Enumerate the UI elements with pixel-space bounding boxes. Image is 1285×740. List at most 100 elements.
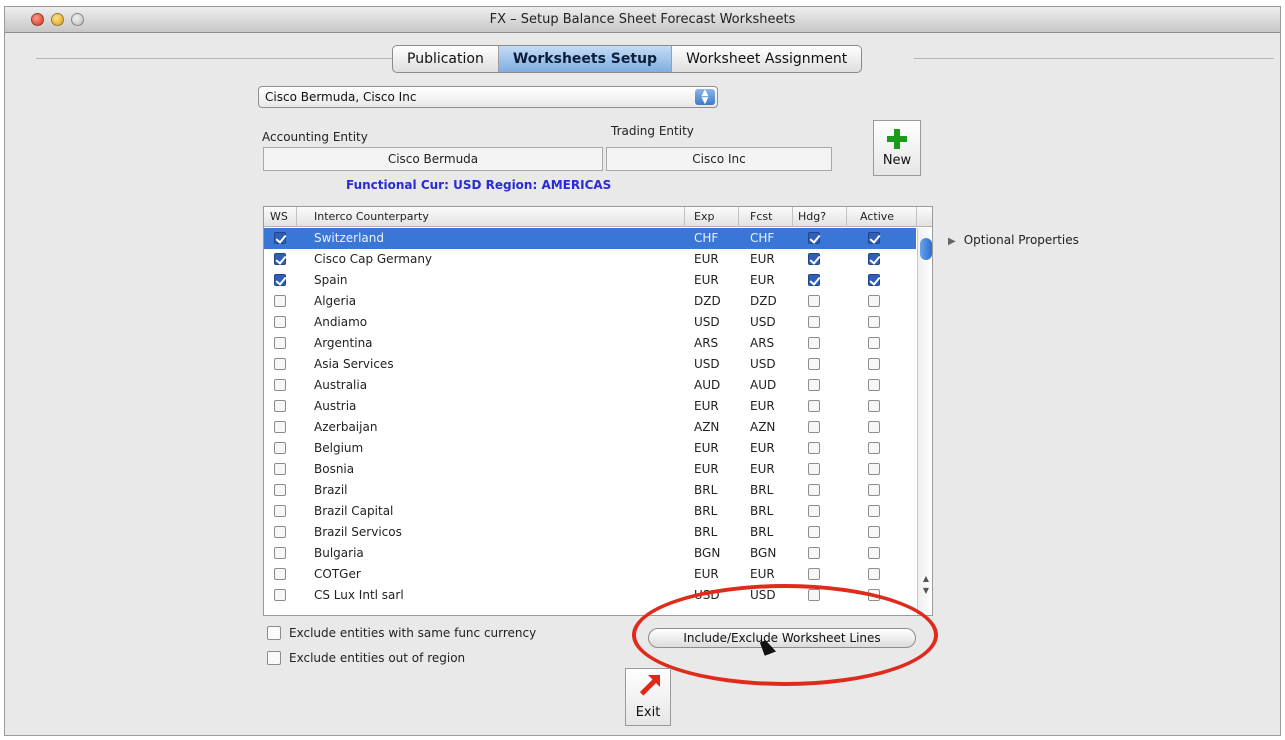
ws-checkbox[interactable] [274, 379, 286, 391]
col-header-ws[interactable]: WS [270, 210, 288, 223]
counterparty-name: Argentina [314, 336, 373, 350]
table-row[interactable]: Spain EUR EUR [264, 270, 916, 291]
ws-checkbox[interactable] [274, 526, 286, 538]
ws-checkbox[interactable] [274, 253, 286, 265]
active-checkbox[interactable] [868, 316, 880, 328]
active-checkbox[interactable] [868, 568, 880, 580]
active-checkbox[interactable] [868, 295, 880, 307]
col-header-exp[interactable]: Exp [694, 210, 714, 223]
counterparty-name: COTGer [314, 567, 361, 581]
ws-checkbox[interactable] [274, 463, 286, 475]
table-row[interactable]: Algeria DZD DZD [264, 291, 916, 312]
ws-checkbox[interactable] [274, 400, 286, 412]
ws-checkbox[interactable] [274, 316, 286, 328]
tab-publication[interactable]: Publication [393, 46, 499, 72]
hedged-checkbox[interactable] [808, 400, 820, 412]
hedged-checkbox[interactable] [808, 526, 820, 538]
col-header-hdg[interactable]: Hdg? [798, 210, 826, 223]
ws-checkbox[interactable] [274, 274, 286, 286]
optional-properties-disclosure[interactable]: ▶ Optional Properties [948, 233, 1079, 247]
ws-checkbox[interactable] [274, 358, 286, 370]
ws-checkbox[interactable] [274, 442, 286, 454]
hedged-checkbox[interactable] [808, 274, 820, 286]
col-header-fcst[interactable]: Fcst [750, 210, 772, 223]
active-checkbox[interactable] [868, 253, 880, 265]
active-checkbox[interactable] [868, 505, 880, 517]
ws-checkbox[interactable] [274, 589, 286, 601]
scroll-thumb[interactable] [920, 238, 932, 260]
table-row[interactable]: Bosnia EUR EUR [264, 459, 916, 480]
table-row[interactable]: Switzerland CHF CHF [264, 228, 916, 249]
table-row[interactable]: Brazil Capital BRL BRL [264, 501, 916, 522]
active-checkbox[interactable] [868, 358, 880, 370]
hedged-checkbox[interactable] [808, 295, 820, 307]
active-checkbox[interactable] [868, 421, 880, 433]
hedged-checkbox[interactable] [808, 232, 820, 244]
hedged-checkbox[interactable] [808, 442, 820, 454]
table-row[interactable]: Brazil BRL BRL [264, 480, 916, 501]
entity-popup[interactable]: Cisco Bermuda, Cisco Inc ▲ ▼ [258, 86, 718, 108]
table-row[interactable]: Azerbaijan AZN AZN [264, 417, 916, 438]
ws-checkbox[interactable] [274, 547, 286, 559]
hedged-checkbox[interactable] [808, 484, 820, 496]
counterparty-name: Algeria [314, 294, 357, 308]
table-row[interactable]: Austria EUR EUR [264, 396, 916, 417]
table-scrollbar[interactable]: ▲ ▼ [917, 228, 932, 615]
exp-currency: BRL [694, 483, 718, 497]
active-checkbox[interactable] [868, 379, 880, 391]
ws-checkbox[interactable] [274, 484, 286, 496]
hedged-checkbox[interactable] [808, 421, 820, 433]
table-row[interactable]: Argentina ARS ARS [264, 333, 916, 354]
table-header: WS Interco Counterparty Exp Fcst Hdg? Ac… [264, 207, 932, 227]
ws-checkbox[interactable] [274, 232, 286, 244]
active-checkbox[interactable] [868, 463, 880, 475]
table-row[interactable]: Bulgaria BGN BGN [264, 543, 916, 564]
table-row[interactable]: Brazil Servicos BRL BRL [264, 522, 916, 543]
hedged-checkbox[interactable] [808, 463, 820, 475]
hedged-checkbox[interactable] [808, 337, 820, 349]
table-row[interactable]: Belgium EUR EUR [264, 438, 916, 459]
fcst-currency: BRL [750, 483, 774, 497]
scroll-up-arrow-icon[interactable]: ▲ [921, 574, 931, 584]
new-button[interactable]: New [873, 120, 921, 176]
scroll-down-arrow-icon[interactable]: ▼ [921, 586, 931, 596]
exclude-same-currency-label: Exclude entities with same func currency [289, 626, 537, 640]
hedged-checkbox[interactable] [808, 358, 820, 370]
exclude-same-currency-checkbox[interactable] [267, 626, 281, 640]
col-header-active[interactable]: Active [860, 210, 894, 223]
active-checkbox[interactable] [868, 526, 880, 538]
tab-worksheets-setup[interactable]: Worksheets Setup [498, 46, 673, 72]
table-row[interactable]: Andiamo USD USD [264, 312, 916, 333]
ws-checkbox[interactable] [274, 295, 286, 307]
ws-checkbox[interactable] [274, 337, 286, 349]
hedged-checkbox[interactable] [808, 379, 820, 391]
ws-checkbox[interactable] [274, 421, 286, 433]
hedged-checkbox[interactable] [808, 568, 820, 580]
hedged-checkbox[interactable] [808, 253, 820, 265]
active-checkbox[interactable] [868, 484, 880, 496]
exit-button-label: Exit [635, 705, 661, 720]
table-row[interactable]: COTGer EUR EUR [264, 564, 916, 585]
exclude-out-of-region-checkbox[interactable] [267, 651, 281, 665]
exp-currency: AUD [694, 378, 721, 392]
table-row[interactable]: Australia AUD AUD [264, 375, 916, 396]
hedged-checkbox[interactable] [808, 547, 820, 559]
active-checkbox[interactable] [868, 232, 880, 244]
hedged-checkbox[interactable] [808, 316, 820, 328]
active-checkbox[interactable] [868, 547, 880, 559]
exit-button[interactable]: Exit [625, 668, 671, 726]
active-checkbox[interactable] [868, 274, 880, 286]
ws-checkbox[interactable] [274, 568, 286, 580]
trading-entity-field[interactable]: Cisco Inc [606, 147, 832, 171]
tab-worksheet-assignment[interactable]: Worksheet Assignment [672, 46, 861, 72]
accounting-entity-field[interactable]: Cisco Bermuda [263, 147, 603, 171]
disclosure-triangle-icon[interactable]: ▶ [948, 236, 956, 247]
table-row[interactable]: Asia Services USD USD [264, 354, 916, 375]
table-row[interactable]: Cisco Cap Germany EUR EUR [264, 249, 916, 270]
active-checkbox[interactable] [868, 337, 880, 349]
hedged-checkbox[interactable] [808, 505, 820, 517]
ws-checkbox[interactable] [274, 505, 286, 517]
active-checkbox[interactable] [868, 442, 880, 454]
col-header-counterparty[interactable]: Interco Counterparty [314, 210, 429, 223]
active-checkbox[interactable] [868, 400, 880, 412]
